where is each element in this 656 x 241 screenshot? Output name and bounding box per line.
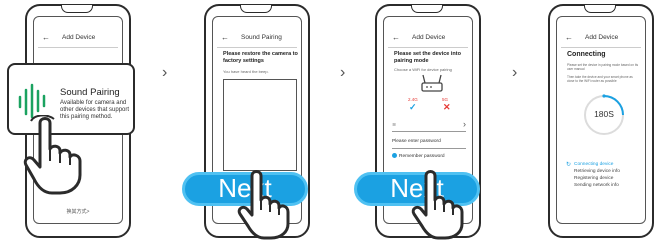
- chevron-right-icon: ›: [340, 64, 346, 81]
- connecting-subtext-1: Please set the device in pairing mode ba…: [567, 63, 639, 71]
- nav-title: Add Device: [585, 34, 619, 41]
- screen-footer[interactable]: 换其方式>: [34, 208, 122, 215]
- instruction-subtext: Choose a WiFi for device pairing: [394, 67, 452, 72]
- remember-password-checkbox[interactable]: Remember password: [392, 153, 445, 159]
- check-icon: ✓: [409, 102, 417, 112]
- back-arrow-icon[interactable]: ←: [565, 33, 573, 43]
- back-arrow-icon[interactable]: ←: [42, 33, 50, 43]
- nav-bar: ← Add Device: [34, 33, 122, 45]
- password-input[interactable]: Please enter password: [392, 139, 466, 149]
- checkbox-checked-icon: [392, 153, 397, 158]
- instruction-subtext: You have heard the beep.: [223, 69, 269, 74]
- chevron-right-icon: ›: [162, 64, 168, 81]
- router-icon: [421, 74, 443, 92]
- step-item: Registering device: [574, 176, 614, 181]
- nav-bar: ← Add Device: [384, 33, 472, 45]
- cross-icon: ✕: [443, 102, 451, 112]
- pointing-hand-icon: [237, 170, 290, 240]
- pointing-hand-icon: [411, 170, 464, 240]
- countdown-text: 180S: [594, 109, 614, 119]
- step-item: Retrieving device info: [574, 169, 620, 174]
- phone-4: ← Add Device Connecting Please set the d…: [548, 4, 654, 238]
- nav-divider: [217, 47, 297, 48]
- chevron-right-icon: ›: [463, 119, 466, 129]
- phone-notch: [584, 5, 616, 13]
- phone-notch: [411, 5, 443, 13]
- step-item: Sending network info: [574, 183, 619, 188]
- nav-title: Add Device: [412, 34, 446, 41]
- back-arrow-icon[interactable]: ←: [392, 33, 400, 43]
- wifi-icon: ≋: [392, 122, 397, 128]
- instruction-image: [223, 79, 297, 171]
- wifi-select[interactable]: ≋ ›: [392, 119, 466, 132]
- phone-screen: ← Add Device Connecting Please set the d…: [556, 16, 646, 224]
- phone-notch: [240, 5, 272, 13]
- nav-title: Add Device: [62, 34, 96, 41]
- nav-divider: [388, 47, 468, 48]
- nav-bar: ← Add Device: [557, 33, 645, 45]
- instruction-heading: Please set the device into pairing mode: [394, 51, 461, 64]
- back-arrow-icon[interactable]: ←: [221, 33, 229, 43]
- nav-bar: ← Sound Pairing: [213, 33, 301, 45]
- connecting-subtext-2: Then take the device and your smart phon…: [567, 75, 633, 83]
- connecting-heading: Connecting: [567, 51, 606, 58]
- nav-title: Sound Pairing: [241, 34, 282, 41]
- remember-label: Remember password: [399, 153, 445, 159]
- card-title: Sound Pairing: [60, 87, 120, 98]
- nav-divider: [38, 47, 118, 48]
- nav-divider: [561, 47, 641, 48]
- instruction-heading: Please restore the camera to factory set…: [223, 51, 298, 64]
- chevron-right-icon: ›: [512, 64, 518, 81]
- step-item-active: Connecting device: [574, 162, 614, 167]
- pointing-hand-icon: [23, 115, 82, 195]
- step-spinner-icon: ↻: [566, 162, 572, 168]
- phone-notch: [61, 5, 93, 13]
